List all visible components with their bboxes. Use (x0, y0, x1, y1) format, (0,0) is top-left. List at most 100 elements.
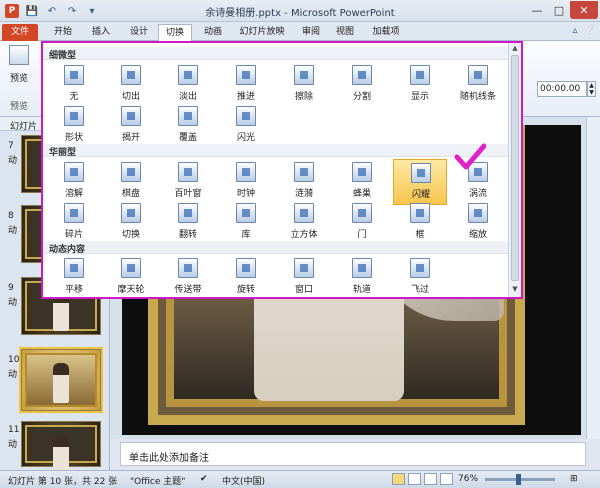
thumb-number: 7 (8, 141, 14, 151)
notes-pane[interactable]: 单击此处添加备注 (120, 442, 586, 466)
transition-uncover[interactable]: 揭开 (104, 103, 158, 149)
thumb-number: 10 (8, 355, 20, 365)
transition-zoom[interactable]: 缩放 (451, 200, 505, 246)
gallery-scrollbar[interactable]: ▲ ▼ (508, 43, 521, 297)
preview-icon[interactable] (9, 45, 29, 65)
spellcheck-icon[interactable]: ✔ (200, 474, 208, 484)
transition-flip[interactable]: 翻转 (161, 200, 215, 246)
tab-file[interactable]: 文件 (2, 24, 38, 41)
minimize-icon[interactable]: — (526, 1, 548, 19)
status-bar: 幻灯片 第 10 张，共 22 张 "Office 主题" ✔ 中文(中国) 7… (0, 470, 600, 488)
transition-doors[interactable]: 门 (335, 200, 389, 246)
transition-fly-through-icon (410, 258, 430, 278)
transition-box[interactable]: 框 (393, 200, 447, 246)
transition-ferris-wheel[interactable]: 摩天轮 (104, 255, 158, 301)
transition-cube-icon (294, 203, 314, 223)
transition-glitter-icon (411, 163, 431, 183)
duration-spinner[interactable]: ▲ ▼ (587, 81, 596, 97)
tab-home[interactable]: 开始 (46, 24, 80, 41)
tab-insert[interactable]: 插入 (84, 24, 118, 41)
scroll-down-icon[interactable]: ▼ (511, 285, 519, 293)
transition-blinds[interactable]: 百叶窗 (161, 159, 215, 205)
transition-random-bars[interactable]: 随机线条 (451, 62, 505, 108)
transition-wipe[interactable]: 擦除 (277, 62, 331, 108)
transition-split[interactable]: 分割 (335, 62, 389, 108)
transition-flash[interactable]: 闪光 (219, 103, 273, 149)
transition-cube[interactable]: 立方体 (277, 200, 331, 246)
transition-shred[interactable]: 碎片 (47, 200, 101, 246)
transition-push[interactable]: 推进 (219, 62, 273, 108)
transition-shape[interactable]: 形状 (47, 103, 101, 149)
transition-blinds-icon (178, 162, 198, 182)
close-icon[interactable]: ✕ (570, 1, 598, 19)
reading-view-icon[interactable] (424, 473, 437, 485)
duration-field[interactable]: 00:00.00 (537, 81, 587, 97)
section-dynamic-content: 动态内容 (43, 241, 508, 255)
transition-push-icon (236, 65, 256, 85)
transition-none[interactable]: 无 (47, 62, 101, 108)
transition-fly-through[interactable]: 飞过 (393, 255, 447, 301)
transition-rotate[interactable]: 旋转 (219, 255, 273, 301)
transition-fade[interactable]: 淡出 (161, 62, 215, 108)
language-status[interactable]: 中文(中国) (222, 474, 265, 487)
fit-to-window-icon[interactable]: ⊞ (570, 474, 578, 484)
tab-addins[interactable]: 加载项 (366, 24, 406, 41)
thumb-anim-mark: 动 (8, 156, 18, 166)
slideshow-view-icon[interactable] (440, 473, 453, 485)
transition-gallery-dropdown: 细微型 无 切出 淡出 推进 擦除 分割 显示 随机线条 形状 揭开 覆盖 闪光… (41, 41, 523, 299)
scroll-up-icon[interactable]: ▲ (511, 44, 519, 52)
slide-thumbnail-11[interactable] (21, 421, 101, 475)
zoom-level[interactable]: 76% (458, 474, 478, 484)
slide-vertical-scrollbar[interactable] (586, 117, 600, 439)
thumb-number: 8 (8, 211, 14, 221)
tab-slideshow[interactable]: 幻灯片放映 (234, 24, 290, 41)
thumb-number: 11 (8, 425, 20, 435)
transition-pan[interactable]: 平移 (47, 255, 101, 301)
transition-conveyor-icon (178, 258, 198, 278)
transition-glitter[interactable]: 闪耀 (393, 159, 447, 205)
tab-review[interactable]: 审阅 (296, 24, 326, 41)
transition-box-icon (410, 203, 430, 223)
transition-conveyor[interactable]: 传送带 (161, 255, 215, 301)
transition-window[interactable]: 窗口 (277, 255, 331, 301)
transition-shred-icon (64, 203, 84, 223)
transition-ripple[interactable]: 涟漪 (277, 159, 331, 205)
transition-none-icon (64, 65, 84, 85)
preview-group-label: 预览 (10, 102, 29, 112)
transition-clock[interactable]: 时钟 (219, 159, 273, 205)
transition-gallery-icon (236, 203, 256, 223)
tab-view[interactable]: 视图 (330, 24, 360, 41)
normal-view-icon[interactable] (392, 473, 405, 485)
section-title: 华丽型 (49, 148, 77, 158)
transition-gallery-body: 细微型 无 切出 淡出 推进 擦除 分割 显示 随机线条 形状 揭开 覆盖 闪光… (43, 43, 508, 297)
preview-button-label[interactable]: 预览 (10, 71, 28, 84)
transition-checkerboard[interactable]: 棋盘 (104, 159, 158, 205)
theme-status: "Office 主题" (130, 477, 186, 487)
transition-dissolve-icon (64, 162, 84, 182)
transition-switch[interactable]: 切换 (104, 200, 158, 246)
zoom-slider-thumb[interactable] (516, 474, 521, 485)
transition-orbit[interactable]: 轨道 (335, 255, 389, 301)
transition-gallery[interactable]: 库 (219, 200, 273, 246)
transition-cut[interactable]: 切出 (104, 62, 158, 108)
transition-cover[interactable]: 覆盖 (161, 103, 215, 149)
tab-design[interactable]: 设计 (122, 24, 156, 41)
section-exciting: 华丽型 (43, 144, 508, 158)
thumb-anim-mark: 动 (8, 440, 18, 450)
thumb-number: 9 (8, 283, 14, 293)
slide-sorter-view-icon[interactable] (408, 473, 421, 485)
transition-dissolve[interactable]: 溶解 (47, 159, 101, 205)
tab-transitions[interactable]: 切换 (158, 24, 192, 41)
tab-animations[interactable]: 动画 (196, 24, 230, 41)
transition-zoom-icon (468, 203, 488, 223)
zoom-slider[interactable] (485, 474, 555, 485)
transition-honeycomb[interactable]: 蜂巢 (335, 159, 389, 205)
help-icon[interactable]: ❔ (584, 25, 596, 36)
transition-clock-icon (236, 162, 256, 182)
collapse-ribbon-icon[interactable]: ▵ (573, 25, 578, 36)
maximize-icon[interactable]: □ (548, 1, 570, 19)
transition-reveal[interactable]: 显示 (393, 62, 447, 108)
gallery-scroll-thumb[interactable] (511, 55, 519, 281)
transition-wipe-icon (294, 65, 314, 85)
slide-thumbnail-10[interactable] (19, 347, 103, 413)
